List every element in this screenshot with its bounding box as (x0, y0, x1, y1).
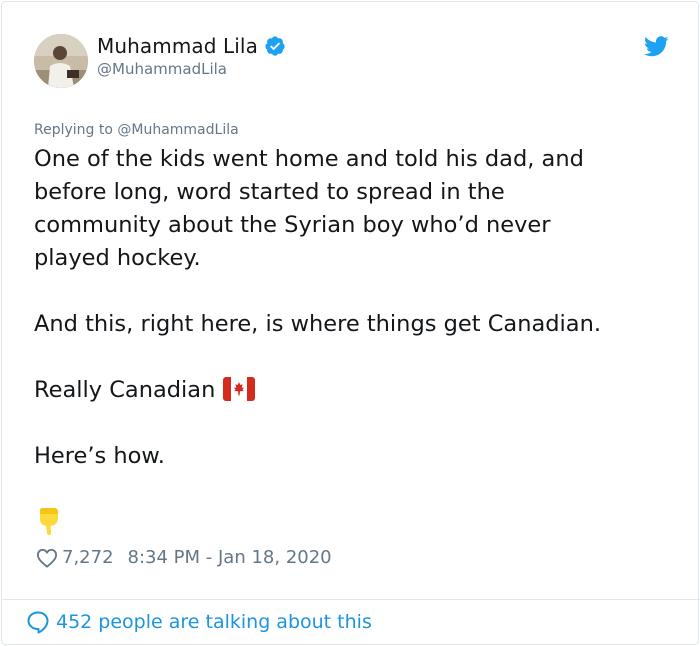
author-name-row: Muhammad Lila (97, 34, 286, 58)
author-handle[interactable]: @MuhammadLila (97, 60, 227, 78)
twitter-bird-icon[interactable] (644, 36, 669, 57)
tweet-line: community about the Syrian boy who’d nev… (34, 212, 551, 238)
like-count[interactable]: 7,272 (62, 547, 114, 568)
tweet-timestamp[interactable]: 8:34 PM - Jan 18, 2020 (128, 547, 332, 568)
avatar[interactable] (34, 34, 88, 88)
pointing-down-icon (36, 506, 64, 536)
talking-about-link[interactable]: 452 people are talking about this (26, 610, 372, 634)
talking-about-text[interactable]: 452 people are talking about this (56, 611, 372, 633)
divider (3, 599, 700, 600)
tweet-line: And this, right here, is where things ge… (34, 311, 601, 337)
tweet-line: before long, word started to spread in t… (34, 179, 505, 205)
author-display-name[interactable]: Muhammad Lila (97, 34, 258, 58)
replying-to[interactable]: Replying to @MuhammadLila (34, 122, 239, 138)
tweet-line: Here’s how. (34, 443, 165, 469)
tweet-line: Really Canadian (34, 377, 216, 403)
canada-flag-icon (223, 377, 256, 401)
speech-bubble-icon (26, 610, 50, 634)
tweet-line: played hockey. (34, 245, 201, 271)
tweet-meta: 7,272 8:34 PM - Jan 18, 2020 (36, 547, 332, 568)
avatar-image (34, 34, 88, 88)
tweet-line-flag: Really Canadian (34, 374, 674, 407)
tweet-line: One of the kids went home and told his d… (34, 146, 584, 172)
tweet-text: One of the kids went home and told his d… (34, 143, 674, 473)
verified-badge-icon (264, 35, 286, 57)
heart-icon[interactable] (36, 548, 58, 568)
tweet-card: Muhammad Lila @MuhammadLila Replying to … (1, 1, 700, 645)
